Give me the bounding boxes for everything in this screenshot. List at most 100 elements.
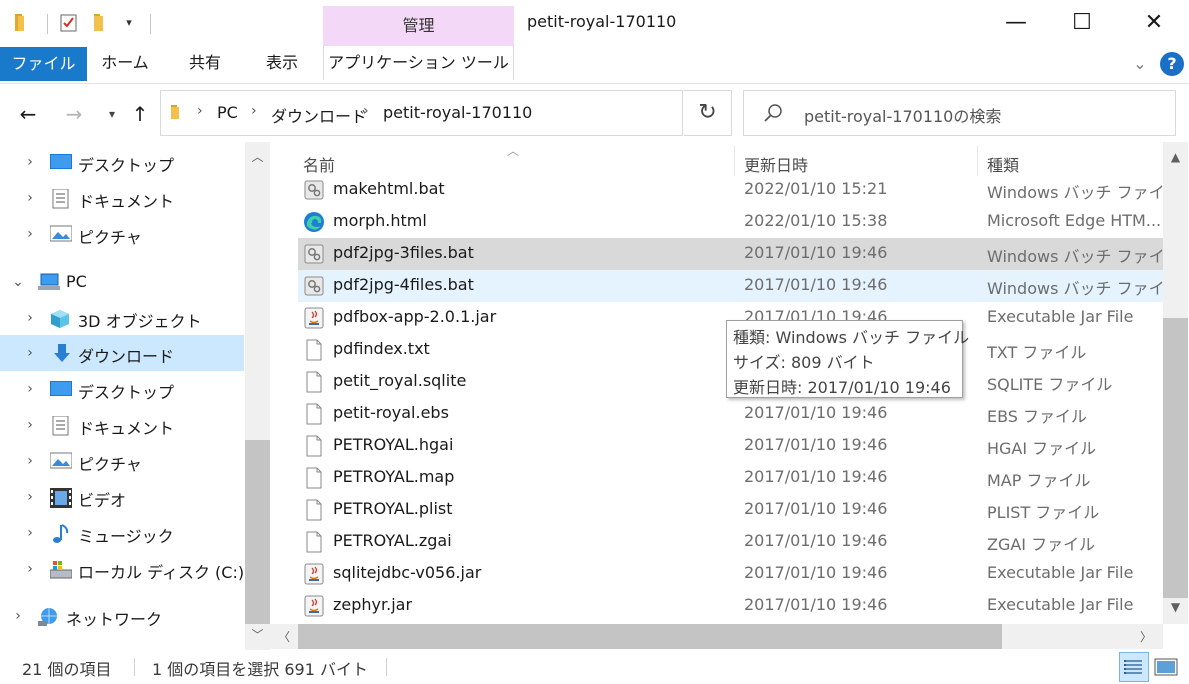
chevron-right-icon[interactable]: › bbox=[22, 523, 38, 543]
search-box[interactable]: petit-royal-170110の検索 bbox=[743, 90, 1176, 136]
nav-item-label: ドキュメント bbox=[78, 192, 175, 211]
scroll-up-icon[interactable]: ▲ bbox=[1163, 150, 1188, 164]
tab-view[interactable]: 表示 bbox=[252, 46, 312, 80]
file-row[interactable]: PETROYAL.plist 2017/01/10 19:46 PLIST ファイル bbox=[298, 494, 1163, 526]
tab-application-tools[interactable]: アプリケーション ツール bbox=[323, 46, 514, 80]
nav-item-documents[interactable]: › ドキュメント bbox=[0, 180, 244, 216]
column-header-date[interactable]: 更新日時 bbox=[744, 152, 808, 176]
jar-file-icon bbox=[303, 595, 325, 617]
nav-item-videos[interactable]: › ビデオ bbox=[0, 479, 244, 515]
file-row[interactable]: makehtml.bat 2022/01/10 15:21 Windows バッチ … bbox=[298, 176, 1163, 206]
documents-icon bbox=[52, 188, 72, 209]
file-type: SQLITE ファイル bbox=[987, 375, 1113, 394]
chevron-down-icon[interactable]: ⌄ bbox=[10, 272, 26, 292]
folder-icon[interactable] bbox=[12, 12, 34, 34]
file-row[interactable]: morph.html 2022/01/10 15:38 Microsoft Edge… bbox=[298, 206, 1163, 238]
file-row[interactable]: PETROYAL.hgai 2017/01/10 19:46 HGAI ファイル bbox=[298, 430, 1163, 462]
expand-ribbon-icon[interactable]: ⌄ bbox=[1128, 52, 1152, 76]
close-icon: ✕ bbox=[1144, 10, 1164, 35]
nav-item-pc[interactable]: ⌄ PC bbox=[0, 264, 244, 300]
scroll-down-icon[interactable]: ﹀ bbox=[245, 626, 270, 643]
file-row[interactable]: sqlitejdbc-v056.jar 2017/01/10 19:46 Execu… bbox=[298, 558, 1163, 590]
nav-item-desktop[interactable]: › デスクトップ bbox=[0, 144, 244, 180]
file-date: 2017/01/10 19:46 bbox=[744, 531, 888, 550]
nav-pane-scroll-thumb[interactable] bbox=[245, 440, 270, 624]
file-row[interactable]: pdf2jpg-3files.bat 2017/01/10 19:46 Window… bbox=[298, 238, 1163, 270]
minimize-button[interactable]: — bbox=[998, 8, 1034, 38]
chevron-right-icon[interactable]: › bbox=[22, 308, 38, 328]
file-list-horizontal-scroll-thumb[interactable] bbox=[298, 624, 1002, 649]
properties-icon[interactable] bbox=[58, 12, 80, 34]
file-date: 2017/01/10 19:46 bbox=[744, 595, 888, 614]
address-bar[interactable]: › PC › ダウンロード › petit-royal-170110 ⌄ bbox=[160, 90, 826, 136]
nav-item-pictures[interactable]: › ピクチャ bbox=[0, 216, 244, 252]
customize-quick-access-icon[interactable]: ▾ bbox=[118, 12, 140, 34]
file-row[interactable]: PETROYAL.zgai 2017/01/10 19:46 ZGAI ファイル bbox=[298, 526, 1163, 558]
chevron-right-icon[interactable]: › bbox=[22, 487, 38, 507]
breadcrumb-current-folder[interactable]: petit-royal-170110 bbox=[383, 103, 532, 122]
scroll-left-icon[interactable]: 〈 bbox=[276, 628, 292, 645]
refresh-icon[interactable]: ↻ bbox=[684, 90, 732, 136]
scroll-up-icon[interactable]: ︿ bbox=[245, 148, 270, 165]
nav-item-label: ビデオ bbox=[78, 491, 127, 510]
chevron-right-icon[interactable]: › bbox=[22, 188, 38, 208]
nav-item-documents[interactable]: › ドキュメント bbox=[0, 407, 244, 443]
nav-item-desktop[interactable]: › デスクトップ bbox=[0, 371, 244, 407]
chevron-right-icon[interactable]: › bbox=[22, 152, 38, 172]
details-view-button[interactable] bbox=[1119, 652, 1149, 682]
scroll-down-icon[interactable]: ▼ bbox=[1163, 600, 1188, 614]
tooltip-type: 種類: Windows バッチ ファイル bbox=[733, 328, 970, 347]
file-list-scroll-thumb[interactable] bbox=[1163, 318, 1188, 598]
up-arrow-icon[interactable]: ↑ bbox=[126, 100, 154, 128]
search-input[interactable]: petit-royal-170110の検索 bbox=[804, 103, 1001, 127]
tab-share[interactable]: 共有 bbox=[177, 46, 233, 80]
scroll-right-icon[interactable]: 〉 bbox=[1138, 628, 1154, 645]
nav-item-label: ピクチャ bbox=[78, 455, 142, 474]
nav-item-label: ネットワーク bbox=[66, 610, 163, 629]
file-row[interactable]: zephyr.jar 2017/01/10 19:46 Executable Jar… bbox=[298, 590, 1163, 622]
chevron-right-icon[interactable]: › bbox=[22, 379, 38, 399]
breadcrumb-downloads[interactable]: ダウンロード bbox=[271, 103, 367, 127]
column-divider[interactable] bbox=[977, 146, 978, 176]
file-row[interactable]: PETROYAL.map 2017/01/10 19:46 MAP ファイル bbox=[298, 462, 1163, 494]
file-row[interactable]: pdf2jpg-4files.bat 2017/01/10 19:46 Window… bbox=[298, 270, 1163, 302]
chevron-right-icon[interactable]: › bbox=[22, 559, 38, 579]
back-arrow-icon[interactable]: ← bbox=[14, 100, 42, 128]
file-type: PLIST ファイル bbox=[987, 503, 1100, 522]
nav-item-label: ドキュメント bbox=[78, 419, 175, 438]
tab-file[interactable]: ファイル bbox=[0, 47, 87, 81]
chevron-right-icon[interactable]: › bbox=[22, 451, 38, 471]
nav-item-network[interactable]: › ネットワーク bbox=[0, 598, 244, 634]
nav-item-pictures[interactable]: › ピクチャ bbox=[0, 443, 244, 479]
chevron-right-icon[interactable]: › bbox=[22, 224, 38, 244]
new-folder-icon[interactable] bbox=[90, 12, 112, 34]
nav-item-downloads[interactable]: › ダウンロード bbox=[0, 335, 244, 371]
column-header-name[interactable]: 名前 bbox=[303, 152, 335, 176]
file-row[interactable]: petit-royal.ebs 2017/01/10 19:46 EBS ファイル bbox=[298, 398, 1163, 430]
file-type: Executable Jar File bbox=[987, 307, 1134, 326]
recent-locations-icon[interactable]: ▾ bbox=[98, 100, 126, 128]
chevron-right-icon[interactable]: › bbox=[10, 606, 26, 626]
generic-file-icon bbox=[303, 531, 325, 553]
tooltip-date: 更新日時: 2017/01/10 19:46 bbox=[733, 378, 951, 397]
file-name: PETROYAL.plist bbox=[333, 499, 453, 518]
generic-file-icon bbox=[303, 499, 325, 521]
generic-file-icon bbox=[303, 403, 325, 425]
breadcrumb-pc[interactable]: PC bbox=[217, 103, 238, 122]
close-button[interactable]: ✕ bbox=[1136, 8, 1172, 38]
large-icons-view-button[interactable] bbox=[1153, 654, 1179, 680]
help-icon[interactable]: ? bbox=[1160, 52, 1184, 76]
nav-item-local-disk[interactable]: › ローカル ディスク (C:) bbox=[0, 551, 244, 587]
file-name: pdfbox-app-2.0.1.jar bbox=[333, 307, 497, 326]
maximize-button[interactable]: ☐ bbox=[1064, 8, 1100, 38]
chevron-right-icon[interactable]: › bbox=[22, 343, 38, 363]
column-divider[interactable] bbox=[734, 146, 735, 176]
nav-item-music[interactable]: › ミュージック bbox=[0, 515, 244, 551]
file-type: ZGAI ファイル bbox=[987, 535, 1096, 554]
column-header-type[interactable]: 種類 bbox=[987, 152, 1019, 176]
tab-home[interactable]: ホーム bbox=[96, 46, 154, 80]
nav-item-3d-objects[interactable]: › 3D オブジェクト bbox=[0, 300, 244, 336]
forward-arrow-icon[interactable]: → bbox=[60, 100, 88, 128]
chevron-right-icon[interactable]: › bbox=[22, 415, 38, 435]
file-date: 2017/01/10 19:46 bbox=[744, 243, 888, 262]
